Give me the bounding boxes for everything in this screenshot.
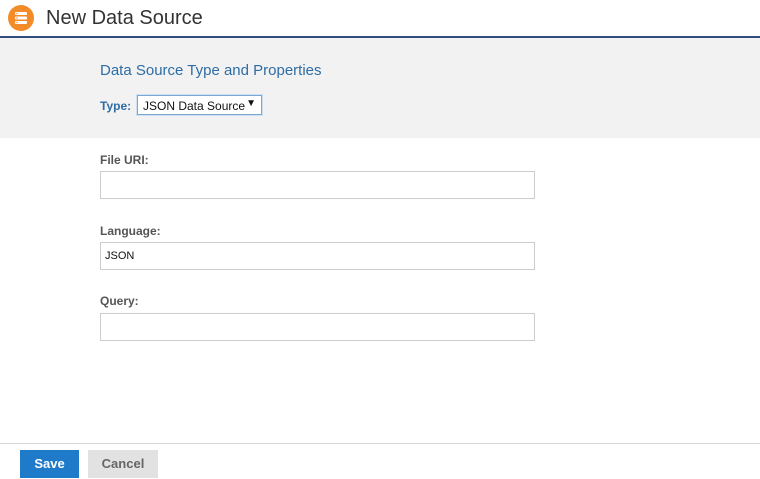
query-input[interactable] [100,313,535,341]
new-data-source-page: New Data Source Data Source Type and Pro… [0,0,760,479]
file-uri-input[interactable] [100,171,535,199]
save-button[interactable]: Save [20,450,79,478]
page-header: New Data Source [0,0,760,38]
file-uri-label: File URI: [100,153,149,167]
language-label: Language: [100,224,161,238]
language-input[interactable]: JSON [100,242,535,270]
type-label: Type: [100,99,132,113]
properties-section: Data Source Type and Properties Type: JS… [0,38,760,138]
type-select-value: JSON Data Source [143,99,246,113]
data-source-icon [8,5,34,31]
page-title: New Data Source [46,7,203,29]
cancel-button[interactable]: Cancel [88,450,158,478]
query-label: Query: [100,294,139,308]
type-select[interactable]: JSON Data Source ▼ [137,95,262,115]
footer-bar: Save Cancel [0,443,760,479]
dropdown-arrow-icon: ▼ [246,98,256,109]
section-heading: Data Source Type and Properties [100,62,322,79]
